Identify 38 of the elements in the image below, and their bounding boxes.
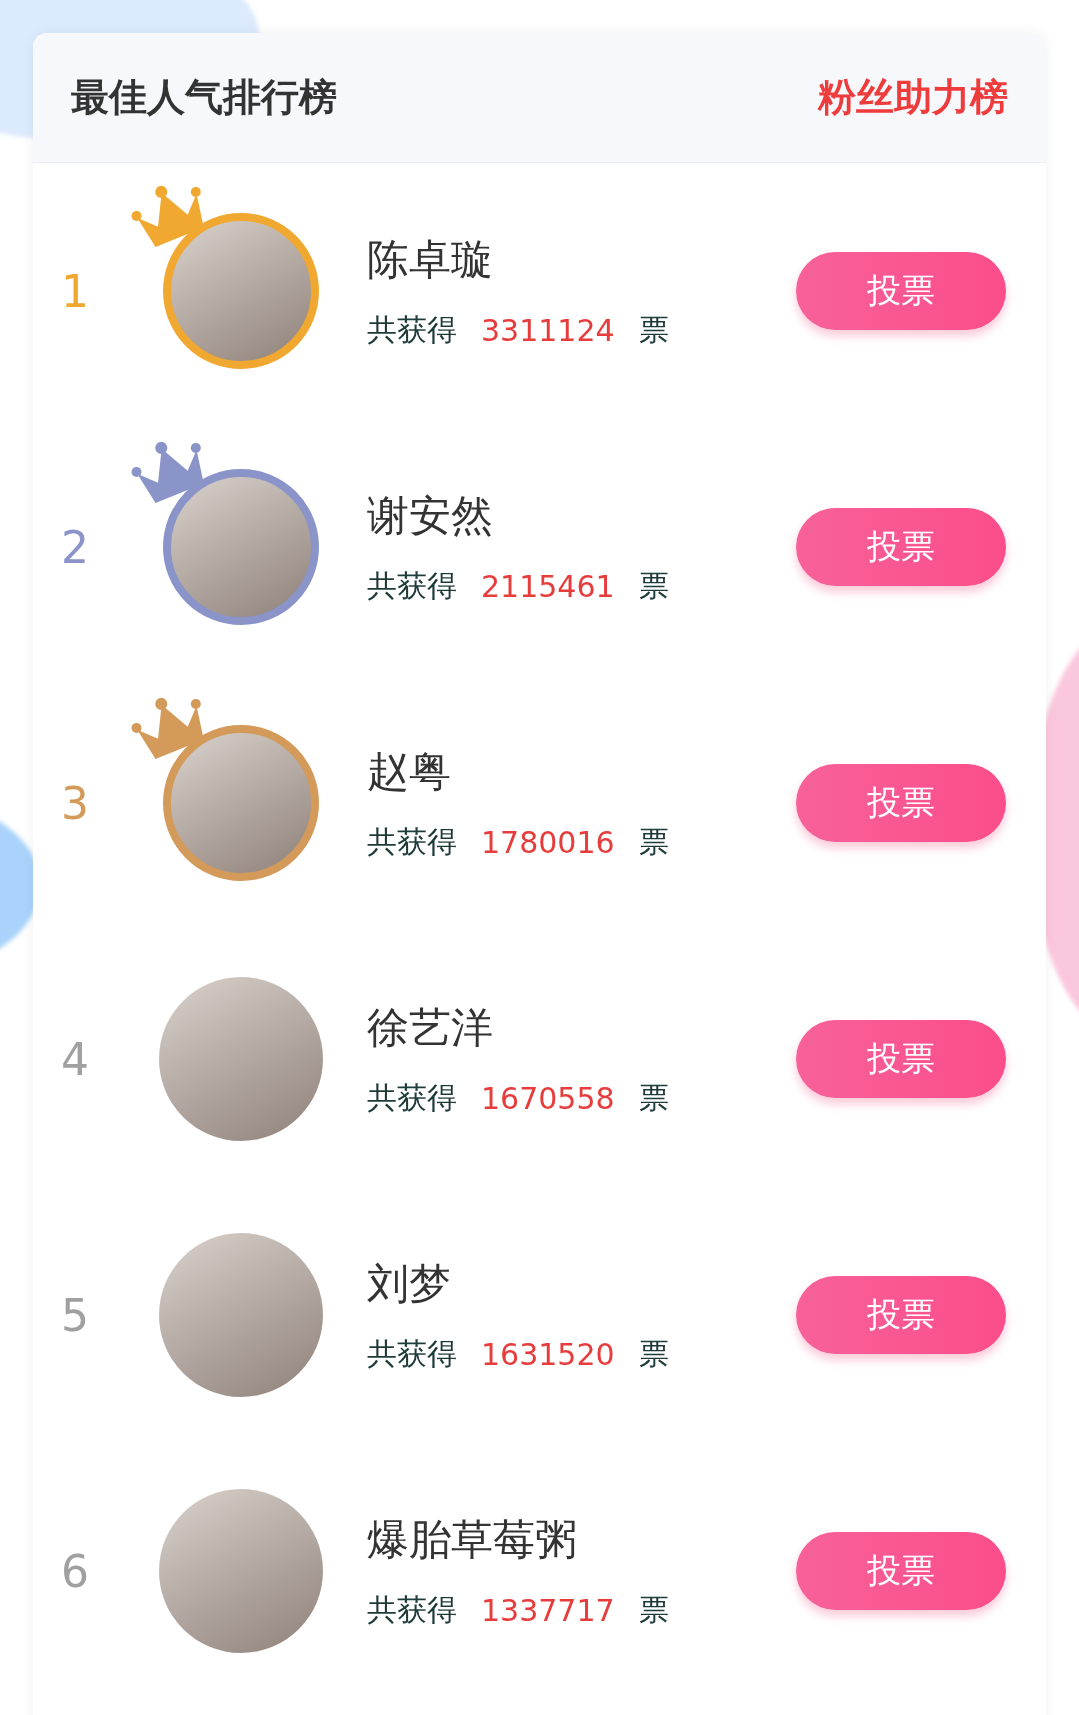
votes-label: 共获得 <box>367 310 457 349</box>
vote-button[interactable]: 投票 <box>796 1276 1006 1354</box>
vote-button[interactable]: 投票 <box>796 764 1006 842</box>
votes-label: 共获得 <box>367 566 457 605</box>
vote-button[interactable]: 投票 <box>796 508 1006 586</box>
votes-unit: 票 <box>638 1590 669 1629</box>
rank-number: 6 <box>61 1545 90 1597</box>
vote-count: 1337717 <box>481 1592 615 1628</box>
votes-unit: 票 <box>638 566 669 605</box>
votes-unit: 票 <box>638 310 669 349</box>
votes-label: 共获得 <box>367 1590 457 1629</box>
votes-label: 共获得 <box>367 1334 457 1373</box>
rank-number: 4 <box>61 1033 90 1085</box>
votes-label: 共获得 <box>367 1078 457 1117</box>
vote-count: 1670558 <box>481 1080 615 1116</box>
contestant-name: 谢安然 <box>367 489 494 542</box>
rank-number: 2 <box>61 521 90 573</box>
vote-button[interactable]: 投票 <box>796 1020 1006 1098</box>
vote-count: 2115461 <box>481 568 615 604</box>
vote-count: 3311124 <box>481 312 615 348</box>
vote-count: 1780016 <box>481 824 615 860</box>
votes-unit: 票 <box>638 1078 669 1117</box>
rank-number: 1 <box>61 265 90 317</box>
rank-number: 3 <box>61 777 90 829</box>
votes-unit: 票 <box>638 822 669 861</box>
vote-button[interactable]: 投票 <box>796 252 1006 330</box>
contestant-name: 赵粤 <box>367 745 452 798</box>
contestant-name: 徐艺洋 <box>367 1001 494 1054</box>
card-title: 最佳人气排行榜 <box>71 74 337 121</box>
vote-button[interactable]: 投票 <box>796 1532 1006 1610</box>
rank-number: 5 <box>61 1289 90 1341</box>
vote-count: 1631520 <box>481 1336 615 1372</box>
fan-ranking-link[interactable]: 粉丝助力榜 <box>818 72 1008 123</box>
votes-unit: 票 <box>638 1334 669 1373</box>
votes-label: 共获得 <box>367 822 457 861</box>
contestant-name: 刘梦 <box>367 1257 452 1310</box>
contestant-name: 爆胎草莓粥 <box>367 1513 578 1566</box>
contestant-name: 陈卓璇 <box>367 233 494 286</box>
